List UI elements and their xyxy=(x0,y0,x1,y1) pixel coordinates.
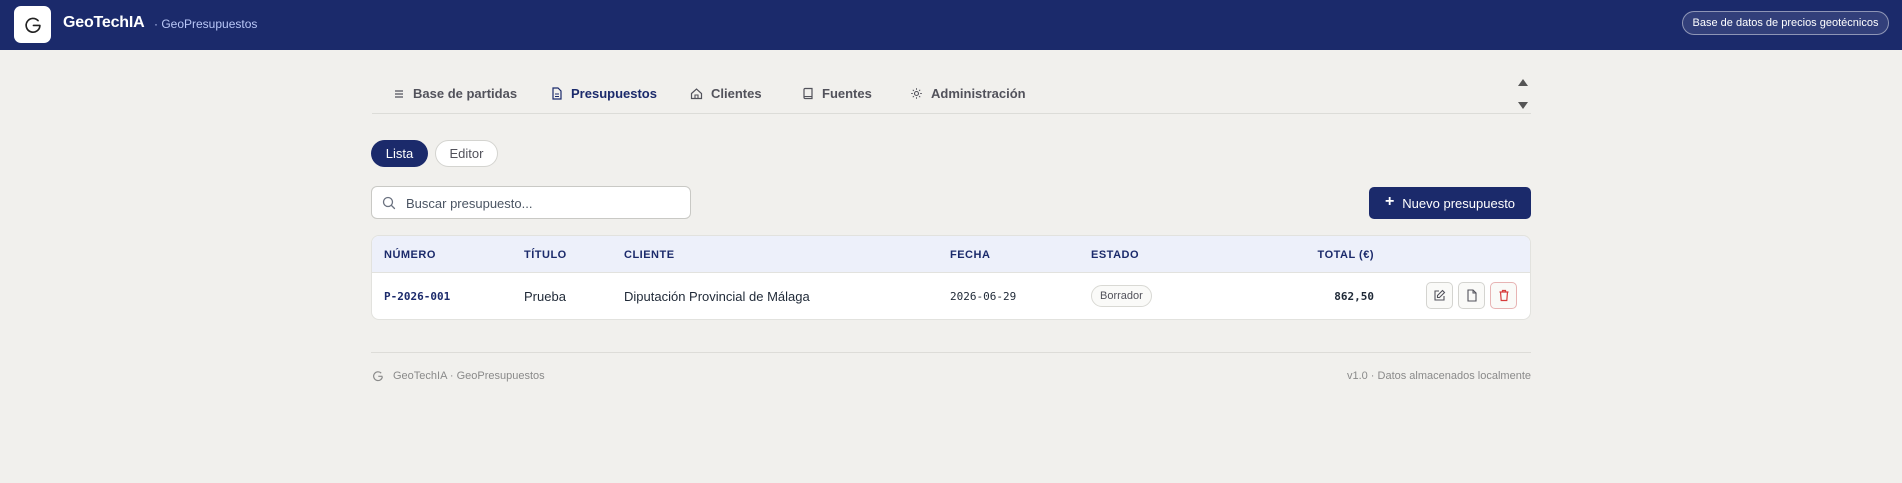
column-header-cliente[interactable]: CLIENTE xyxy=(624,249,675,261)
list-icon xyxy=(395,89,403,98)
budgets-table: NÚMERO TÍTULO CLIENTE FECHA ESTADO TOTAL… xyxy=(371,235,1531,320)
column-header-estado[interactable]: ESTADO xyxy=(1091,249,1139,261)
search-input[interactable] xyxy=(406,193,681,213)
app-logo[interactable] xyxy=(14,6,51,43)
tab-fuentes[interactable]: Fuentes xyxy=(802,86,872,101)
new-budget-label: Nuevo presupuesto xyxy=(1402,195,1516,211)
main-tabs: Base de partidas Presupuestos Clientes F… xyxy=(372,76,1531,114)
column-header-total[interactable]: TOTAL (€) xyxy=(1274,249,1374,261)
plus-icon: + xyxy=(1384,193,1395,210)
table-row[interactable]: P-2026-001 Prueba Diputación Provincial … xyxy=(372,273,1530,319)
delete-button[interactable] xyxy=(1490,282,1517,309)
tabs-scrollbar[interactable] xyxy=(1516,76,1530,112)
new-budget-button[interactable]: + Nuevo presupuesto xyxy=(1369,187,1531,219)
logo-g-icon xyxy=(24,17,41,33)
search-icon xyxy=(382,196,396,210)
tab-label: Clientes xyxy=(711,86,762,101)
brand-subtitle: · GeoPresupuestos xyxy=(154,17,258,31)
gear-icon xyxy=(911,88,922,99)
cell-cliente: Diputación Provincial de Málaga xyxy=(624,289,810,304)
tab-base-de-partidas[interactable]: Base de partidas xyxy=(393,86,517,101)
search-box[interactable] xyxy=(371,186,691,219)
book-icon xyxy=(803,87,813,100)
column-header-fecha[interactable]: FECHA xyxy=(950,249,990,261)
view-list-button[interactable]: Lista xyxy=(371,140,428,167)
view-document-button[interactable] xyxy=(1458,282,1485,309)
tab-administracion[interactable]: Administración xyxy=(910,86,1026,101)
document-icon xyxy=(1466,289,1477,302)
footer-divider xyxy=(371,352,1531,353)
cell-fecha: 2026-06-29 xyxy=(950,290,1017,303)
logo-g-icon xyxy=(373,371,383,382)
top-navbar: GeoTechIA · GeoPresupuestos Base de dato… xyxy=(0,0,1902,50)
tab-label: Fuentes xyxy=(822,86,872,101)
cell-titulo: Prueba xyxy=(524,289,566,304)
column-header-numero[interactable]: NÚMERO xyxy=(384,249,436,261)
footer-brand: GeoTechIA · GeoPresupuestos xyxy=(371,369,545,383)
brand-name: GeoTechIA xyxy=(63,14,145,31)
edit-icon xyxy=(1434,289,1446,301)
home-icon xyxy=(690,88,703,100)
tab-label: Administración xyxy=(931,86,1026,101)
price-database-button[interactable]: Base de datos de precios geotécnicos xyxy=(1682,11,1889,35)
table-header: NÚMERO TÍTULO CLIENTE FECHA ESTADO TOTAL… xyxy=(372,236,1530,273)
trash-icon xyxy=(1499,289,1508,302)
tab-clientes[interactable]: Clientes xyxy=(690,86,762,101)
document-icon xyxy=(552,87,562,100)
cell-numero[interactable]: P-2026-001 xyxy=(384,290,450,303)
cell-total: 862,50 xyxy=(1334,290,1374,303)
footer-brand-text: GeoTechIA · GeoPresupuestos xyxy=(393,370,545,382)
tab-label: Base de partidas xyxy=(413,86,518,101)
tab-presupuestos[interactable]: Presupuestos xyxy=(551,86,657,101)
footer-version: v1.0 · Datos almacenados localmente xyxy=(1346,370,1531,382)
column-header-titulo[interactable]: TÍTULO xyxy=(524,249,567,261)
scroll-down-icon[interactable] xyxy=(1518,102,1528,109)
status-badge: Borrador xyxy=(1091,285,1152,307)
view-editor-button[interactable]: Editor xyxy=(435,140,498,167)
edit-button[interactable] xyxy=(1426,282,1453,309)
scroll-up-icon[interactable] xyxy=(1518,79,1528,86)
tab-label: Presupuestos xyxy=(571,86,657,101)
